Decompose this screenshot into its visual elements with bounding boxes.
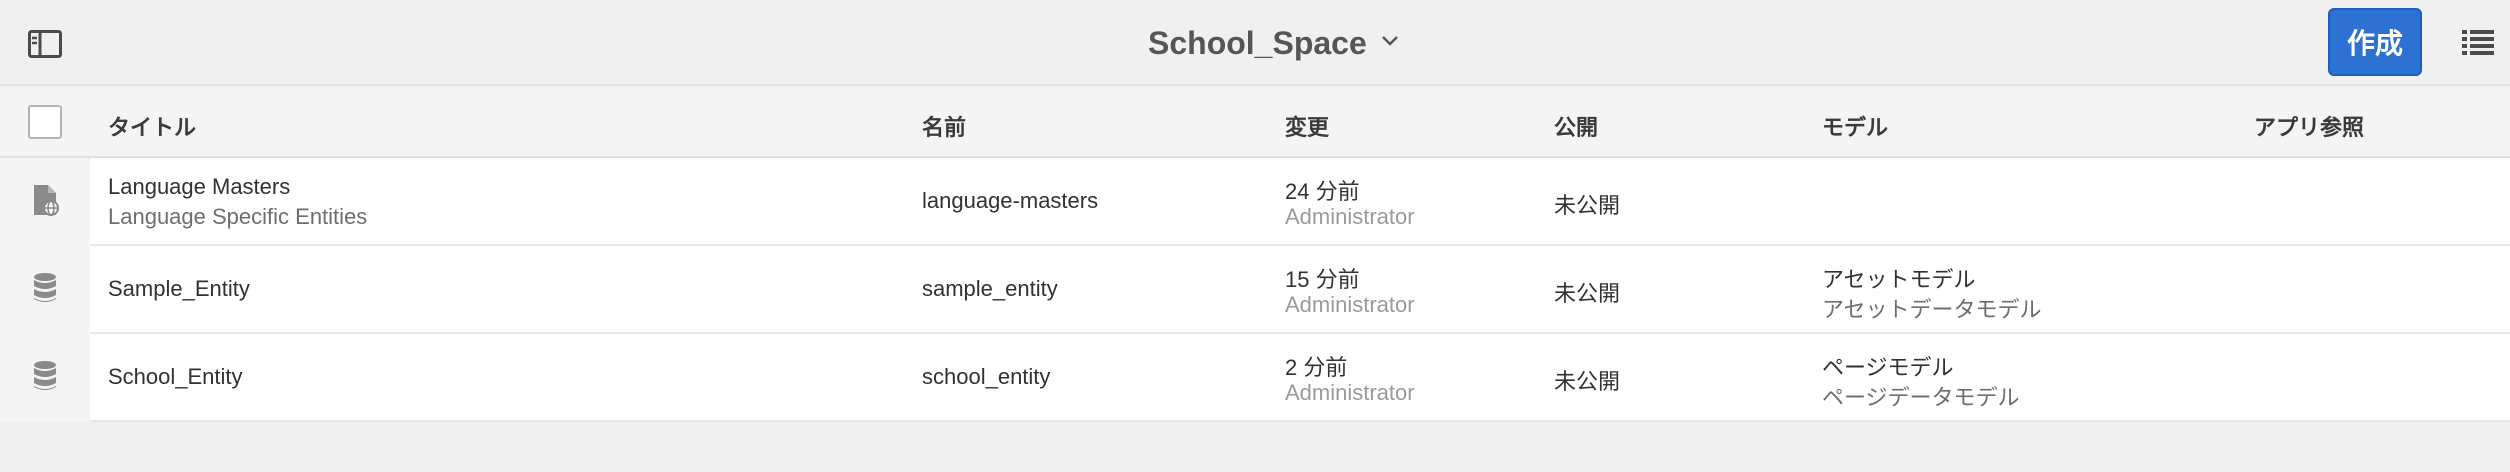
page-title: School_Space	[1148, 24, 1367, 61]
table-row[interactable]: Sample_Entity sample_entity 15 分前 Admini…	[0, 246, 2510, 334]
row-name: language-masters	[922, 188, 1099, 213]
entities-table: タイトル 名前 変更 公開 モデル アプリ参照 Language Masters…	[0, 88, 2510, 422]
space-title-dropdown[interactable]: School_Space	[1148, 20, 1399, 66]
row-modified: 2 分前	[1285, 355, 1348, 380]
file-globe-icon	[30, 183, 60, 222]
column-header-title[interactable]: タイトル	[108, 110, 196, 142]
row-name: school_entity	[922, 364, 1051, 389]
row-modified: 24 分前	[1285, 179, 1360, 204]
row-modified-by: Administrator	[1285, 380, 1415, 405]
row-published-status: 未公開	[1554, 369, 1621, 394]
column-header-modified[interactable]: 変更	[1285, 110, 1329, 142]
column-header-model[interactable]: モデル	[1822, 110, 1888, 142]
row-name: sample_entity	[922, 276, 1058, 301]
database-icon	[32, 272, 58, 309]
row-thumbnail[interactable]	[0, 246, 90, 334]
list-view-icon[interactable]	[2462, 28, 2494, 58]
sidebar-toggle-icon[interactable]	[28, 30, 62, 58]
row-thumbnail[interactable]	[0, 334, 90, 422]
database-icon	[32, 360, 58, 397]
row-model-sub: アセットデータモデル	[1822, 297, 2042, 322]
row-model-sub: ページデータモデル	[1822, 385, 2020, 410]
table-row[interactable]: Language Masters Language Specific Entit…	[0, 158, 2510, 246]
row-description: Language Specific Entities	[108, 204, 368, 229]
row-model: アセットモデル	[1822, 267, 1976, 292]
row-title: Language Masters	[108, 174, 291, 199]
column-header-published[interactable]: 公開	[1554, 110, 1598, 142]
row-title: School_Entity	[108, 364, 243, 389]
select-all-checkbox[interactable]	[28, 105, 62, 139]
row-modified: 15 分前	[1285, 267, 1360, 292]
table-header: タイトル 名前 変更 公開 モデル アプリ参照	[0, 88, 2510, 158]
create-button[interactable]: 作成	[2328, 8, 2422, 76]
row-title: Sample_Entity	[108, 276, 250, 301]
row-published-status: 未公開	[1554, 193, 1621, 218]
column-header-name[interactable]: 名前	[922, 110, 966, 142]
top-bar: School_Space 作成	[0, 0, 2510, 86]
row-modified-by: Administrator	[1285, 204, 1415, 229]
column-header-app-reference[interactable]: アプリ参照	[2254, 110, 2364, 142]
row-thumbnail[interactable]	[0, 158, 90, 246]
row-published-status: 未公開	[1554, 281, 1621, 306]
table-row[interactable]: School_Entity school_entity 2 分前 Adminis…	[0, 334, 2510, 422]
row-modified-by: Administrator	[1285, 292, 1415, 317]
chevron-down-icon	[1381, 34, 1399, 52]
row-model: ページモデル	[1822, 355, 1954, 380]
